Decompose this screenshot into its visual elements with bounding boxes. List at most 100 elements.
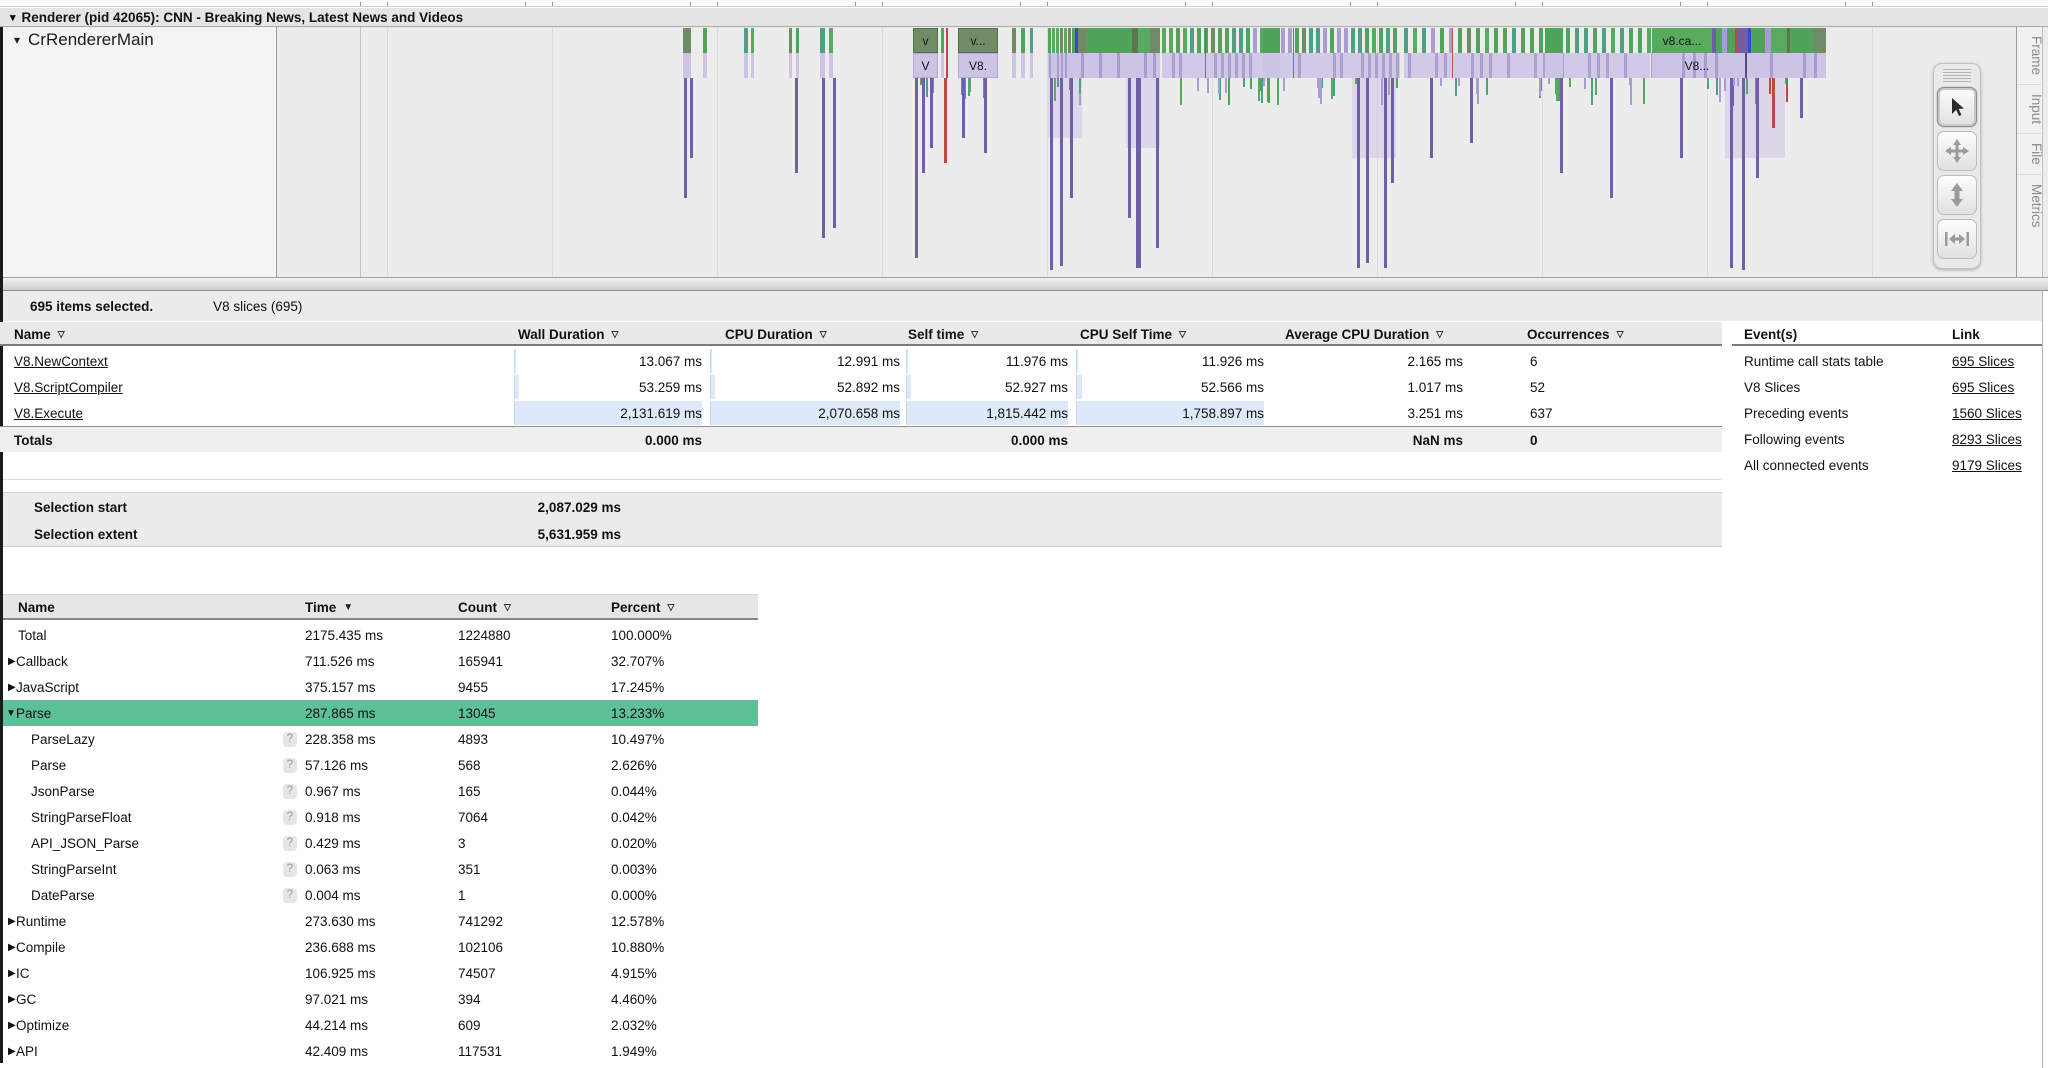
flame-slice[interactable] <box>1435 53 1438 78</box>
flame-slice[interactable] <box>1365 28 1369 53</box>
flame-slice[interactable] <box>1396 53 1399 78</box>
help-icon[interactable]: ? <box>275 726 297 752</box>
flame-slice[interactable] <box>1263 28 1280 53</box>
flame-slice[interactable] <box>1351 28 1355 53</box>
zoom-vertical-tool-button[interactable] <box>1937 175 1977 215</box>
flame-slice[interactable] <box>1050 78 1053 270</box>
slices-table-header[interactable]: Name▽Wall Duration▽CPU Duration▽Self tim… <box>0 322 1722 346</box>
flame-slice[interactable] <box>1431 28 1435 53</box>
flame-slice[interactable] <box>1785 78 1787 84</box>
flame-slice[interactable] <box>1790 28 1813 53</box>
flame-slice[interactable] <box>1512 28 1516 53</box>
flame-slice[interactable] <box>820 28 825 53</box>
slice-name-link[interactable]: V8.Execute <box>14 406 83 421</box>
flame-slice[interactable] <box>1489 53 1492 78</box>
column-header-cpu-duration[interactable]: CPU Duration▽ <box>725 322 827 346</box>
flame-slice[interactable] <box>1584 78 1586 89</box>
flame-slice[interactable] <box>1408 53 1411 78</box>
flame-slice[interactable] <box>1611 28 1615 53</box>
collapse-triangle-icon[interactable]: ▾ <box>14 33 20 47</box>
stats-row-api[interactable]: ▶API42.409 ms1175311.949% <box>3 1038 758 1064</box>
flame-slice[interactable] <box>926 78 928 97</box>
flame-slice[interactable] <box>1298 53 1301 78</box>
stats-row-gc[interactable]: ▶GC97.021 ms3944.460% <box>3 986 758 1012</box>
flame-slice[interactable] <box>1556 78 1558 101</box>
flame-slice[interactable] <box>1239 28 1243 53</box>
flame-slice[interactable] <box>1263 78 1265 86</box>
flame-slice[interactable] <box>1800 78 1803 118</box>
flame-slice[interactable] <box>1539 28 1543 53</box>
flame-slice[interactable] <box>1169 28 1173 53</box>
flame-slice[interactable] <box>1368 53 1371 78</box>
flame-slice[interactable] <box>1249 53 1252 78</box>
stats-row-stringparseint[interactable]: StringParseInt?0.063 ms3510.003% <box>3 856 758 882</box>
expander-collapsed-icon[interactable]: ▶ <box>8 1038 16 1064</box>
stats-row-parse[interactable]: Parse?57.126 ms5682.626% <box>3 752 758 778</box>
flame-slice[interactable] <box>744 53 748 78</box>
flame-slice[interactable] <box>1358 28 1362 53</box>
stats-row-jsonparse[interactable]: JsonParse?0.967 ms1650.044% <box>3 778 758 804</box>
flame-slice[interactable] <box>1602 28 1606 53</box>
flame-slice[interactable] <box>1470 78 1473 143</box>
expander-collapsed-icon[interactable]: ▶ <box>8 934 16 960</box>
flame-slice[interactable] <box>1357 78 1360 268</box>
flame-slice[interactable] <box>1440 78 1442 86</box>
column-header-cpu-self-time[interactable]: CPU Self Time▽ <box>1080 322 1186 346</box>
slices-link[interactable]: 695 Slices <box>1952 380 2014 395</box>
flame-slice[interactable] <box>1052 28 1055 53</box>
stats-row-compile[interactable]: ▶Compile236.688 ms10210610.880% <box>3 934 758 960</box>
v8-slices-tab[interactable]: V8 slices (695) <box>213 299 302 314</box>
flame-slice[interactable] <box>1738 28 1748 53</box>
flame-slice[interactable] <box>833 78 836 228</box>
flame-slice[interactable] <box>1566 28 1570 53</box>
flame-slice[interactable] <box>1610 78 1613 198</box>
stats-row-stringparsefloat[interactable]: StringParseFloat?0.918 ms70640.042% <box>3 804 758 830</box>
flame-slice[interactable] <box>1261 78 1263 103</box>
side-tab-frame[interactable]: Frame <box>2017 27 2044 84</box>
slice-name-cell[interactable]: Totals <box>14 427 53 453</box>
flame-slice[interactable] <box>962 78 965 138</box>
flame-slice[interactable] <box>1772 78 1775 128</box>
flame-slice[interactable] <box>1458 78 1460 86</box>
flame-slice[interactable] <box>789 28 792 53</box>
flame-slice[interactable] <box>1606 53 1609 78</box>
flame-slice[interactable] <box>1379 28 1383 53</box>
stats-row-ic[interactable]: ▶IC106.925 ms745074.915% <box>3 960 758 986</box>
stats-table-header[interactable]: NameTime▼Count▽Percent▽ <box>3 594 758 620</box>
expander-collapsed-icon[interactable]: ▶ <box>8 1012 16 1038</box>
flame-slice[interactable] <box>796 28 799 53</box>
flame-slice[interactable] <box>1099 53 1102 78</box>
flame-slice[interactable] <box>683 28 691 53</box>
flame-slice[interactable] <box>1316 28 1320 53</box>
timeline-ruler[interactable] <box>0 0 2048 7</box>
flame-slice[interactable] <box>1751 28 1765 53</box>
flame-slice[interactable] <box>1803 53 1806 78</box>
flame-slice[interactable] <box>1049 53 1051 78</box>
flame-slice[interactable] <box>1591 78 1593 105</box>
flame-slice[interactable] <box>1156 78 1159 248</box>
flame-slice[interactable] <box>1727 28 1735 53</box>
flame-slice[interactable] <box>1393 28 1397 53</box>
flame-slice[interactable] <box>1384 78 1387 268</box>
flame-slice[interactable] <box>1267 78 1269 102</box>
flame-slice[interactable] <box>1228 53 1231 78</box>
flame-slice[interactable] <box>703 53 707 78</box>
flame-slice[interactable] <box>1724 78 1726 91</box>
table-row[interactable]: V8.NewContext13.067 ms12.991 ms11.976 ms… <box>0 348 1722 374</box>
event-link[interactable]: 8293 Slices <box>1952 426 2022 452</box>
flame-slice[interactable] <box>1320 78 1322 104</box>
flame-slice[interactable] <box>1176 28 1180 53</box>
flame-slice[interactable] <box>1225 28 1229 53</box>
slices-link[interactable]: 1560 Slices <box>1952 406 2022 421</box>
flame-slice[interactable] <box>1190 28 1194 53</box>
expander-collapsed-icon[interactable]: ▶ <box>8 908 16 934</box>
flame-slice[interactable] <box>1333 78 1335 96</box>
flame-slice[interactable] <box>829 28 833 53</box>
flame-slice[interactable] <box>1413 28 1417 53</box>
flame-slice[interactable] <box>1172 53 1175 78</box>
flame-slice[interactable] <box>1396 78 1398 88</box>
flame-slice[interactable] <box>1680 78 1683 158</box>
flame-slice[interactable] <box>1021 28 1025 53</box>
flame-slice[interactable] <box>1302 28 1306 53</box>
flame-slice[interactable] <box>1197 78 1199 91</box>
